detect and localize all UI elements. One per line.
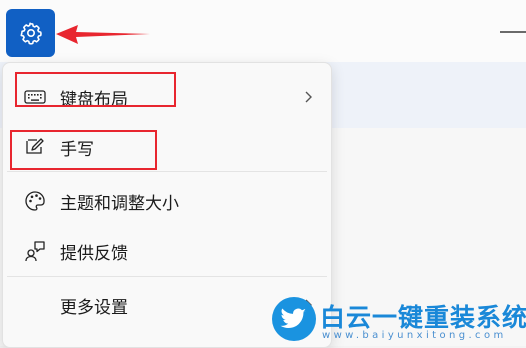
- menu-divider: [7, 276, 327, 277]
- watermark-url: www.baiyunxitong.com: [322, 330, 507, 341]
- watermark-title: 白云一键重装系统: [320, 303, 526, 332]
- red-highlight-box: [15, 72, 176, 107]
- menu-divider: [7, 171, 327, 172]
- menu-item-theme-resize[interactable]: 主题和调整大小: [3, 177, 331, 225]
- chevron-right-icon: [305, 91, 312, 103]
- menu-item-label: 更多设置: [60, 297, 128, 318]
- menu-item-label: 提供反馈: [60, 243, 128, 264]
- menu-item-feedback[interactable]: 提供反馈: [3, 227, 331, 275]
- gear-icon: [20, 22, 42, 45]
- watermark: 白云一键重装系统 www.baiyunxitong.com: [272, 296, 526, 346]
- minimize-icon[interactable]: [500, 31, 526, 33]
- settings-button[interactable]: [6, 9, 55, 57]
- twitter-bird-icon: [272, 297, 316, 341]
- red-highlight-box: [10, 130, 157, 170]
- palette-icon: [23, 189, 47, 213]
- menu-item-label: 主题和调整大小: [60, 193, 179, 214]
- red-arrow-annotation: [56, 25, 150, 44]
- feedback-icon: [23, 239, 47, 263]
